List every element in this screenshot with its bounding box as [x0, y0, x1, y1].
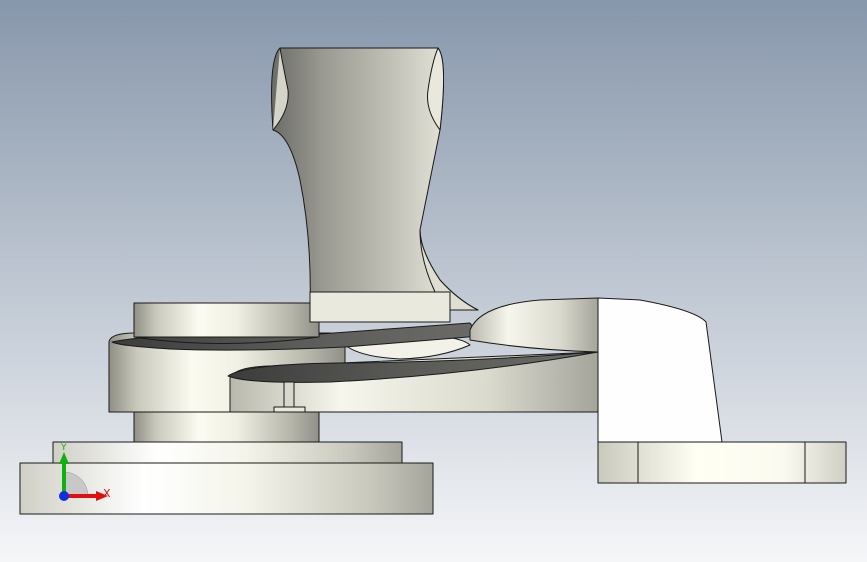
- triad-quarter-disc: [63, 471, 89, 497]
- triad-x-axis: [64, 494, 98, 498]
- spline-rod-collar: [273, 406, 306, 413]
- triad-y-label: Y: [61, 443, 67, 453]
- end-effector-mount: [597, 297, 723, 443]
- base-column-lower: [133, 409, 320, 443]
- end-foot-block: [597, 441, 847, 484]
- triad-x-label: X: [103, 487, 111, 500]
- triad-z-axis-origin: [59, 491, 69, 501]
- model-scene[interactable]: [0, 0, 867, 562]
- column-base-strip: [309, 291, 451, 323]
- joint-cylinder-upper: [133, 302, 320, 338]
- triad-y-axis: [62, 462, 66, 496]
- graphics-viewport[interactable]: X Y: [0, 0, 867, 562]
